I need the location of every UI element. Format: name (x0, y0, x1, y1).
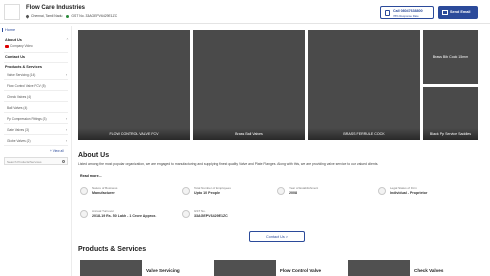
call-number: Call 08047638800 (393, 9, 423, 13)
product-tile[interactable]: FLOW CONTROL VALVE FCV (78, 30, 190, 140)
product-card-name[interactable]: Valve Servicing (146, 268, 180, 273)
product-card[interactable]: Flow Control Valve (214, 260, 344, 276)
sidebar-product-item[interactable]: Gate Valves (3) (7, 128, 29, 132)
about-text: Listed among the most popular organizati… (78, 162, 379, 166)
sidebar-item-company-video[interactable]: Company Video (5, 44, 33, 48)
chevron-right-icon[interactable]: › (66, 139, 67, 143)
product-card-image[interactable] (80, 260, 142, 276)
site-header: Flow Care Industries Chennai, Tamil Nadu… (0, 0, 490, 24)
sidebar-product-item[interactable]: Flow Control Valve FCV (5) (7, 84, 46, 88)
divider (4, 112, 68, 113)
youtube-icon (5, 44, 9, 48)
contact-us-button[interactable]: Contact Us > (249, 231, 305, 242)
fact-label: GST No. (194, 209, 206, 213)
company-name[interactable]: Flow Care Industries (26, 5, 85, 11)
call-button[interactable]: Call 08047638800 78% Response Rate (380, 6, 434, 19)
response-rate: 78% Response Rate (393, 14, 419, 18)
sidebar-product-item[interactable]: Ball Valves (4) (7, 106, 27, 110)
product-tile-caption: BRASS FERRULE COCK (308, 128, 420, 140)
product-tile-caption: Brass Bib Cock 15mm (432, 55, 469, 59)
divider (4, 145, 68, 146)
fact-employees: Total Number of Employees Upto 10 People (182, 186, 272, 198)
divider (4, 134, 68, 135)
mail-icon (442, 10, 448, 15)
phone-icon (385, 10, 390, 16)
sidebar-product-item[interactable]: Globe Valves (2) (7, 139, 31, 143)
product-tile[interactable]: Brass Ball Valves (193, 30, 305, 140)
product-card-image[interactable] (214, 260, 276, 276)
product-card-image[interactable] (348, 260, 410, 276)
gst-icon (182, 210, 190, 218)
building-icon (80, 187, 88, 195)
company-logo[interactable] (4, 4, 20, 20)
chevron-right-icon[interactable]: › (66, 117, 67, 121)
fact-value: Individual - Proprietor (390, 191, 428, 195)
fact-gst: GST No. 33AGEPV6429E1ZC (182, 209, 272, 221)
people-icon (182, 187, 190, 195)
sidebar-item-about[interactable]: About Us (5, 38, 22, 42)
sidebar-item-products[interactable]: Products & Services (5, 65, 42, 69)
sidebar-search[interactable]: Search Products/Services (4, 157, 68, 165)
company-gst: GST No. 33AGEPV6429E1ZC (71, 14, 118, 18)
fact-label: Legal Status of Firm (390, 186, 417, 190)
fact-label: Annual Turnover (92, 209, 115, 213)
company-meta: Chennai, Tamil Nadu GST No. 33AGEPV6429E… (25, 13, 118, 19)
sidebar-item-home[interactable]: Home (2, 28, 15, 32)
fact-value: 33AGEPV6429E1ZC (194, 214, 228, 218)
legal-icon (378, 187, 386, 195)
divider (4, 123, 68, 124)
chevron-up-icon[interactable]: ⌃ (66, 38, 69, 42)
divider (4, 52, 68, 53)
search-icon[interactable] (62, 160, 65, 163)
fact-annual-turnover: Annual Turnover 2018-19 Rs. 50 Lakh - 1 … (80, 209, 180, 221)
read-more-link[interactable]: Read more... (80, 174, 102, 178)
fact-label: Nature of Business (92, 186, 118, 190)
fact-label: Total Number of Employees (194, 186, 231, 190)
divider (4, 90, 68, 91)
product-tile[interactable]: Black Pp Service Saddles (423, 87, 478, 140)
divider (4, 79, 68, 80)
product-tile-caption: Black Pp Service Saddles (423, 128, 478, 140)
product-card[interactable]: Valve Servicing (80, 260, 210, 276)
product-tile[interactable]: Brass Bib Cock 15mm (423, 30, 478, 84)
product-tile-caption: Brass Ball Valves (193, 128, 305, 140)
verified-check-icon (66, 14, 70, 18)
fact-value: Upto 10 People (194, 191, 220, 195)
search-input[interactable]: Search Products/Services (7, 160, 42, 164)
fact-established: Year of Establishment 2008 (277, 186, 367, 198)
product-tile[interactable]: BRASS FERRULE COCK (308, 30, 420, 140)
fact-value: Manufacturer (92, 191, 115, 195)
product-card-name[interactable]: Check Valves (414, 268, 443, 273)
view-all-link[interactable]: + View all (50, 149, 64, 153)
products-services-title: Products & Services (78, 246, 147, 253)
calendar-icon (277, 187, 285, 195)
send-email-button[interactable]: Send Email (438, 6, 478, 19)
company-location: Chennai, Tamil Nadu (31, 14, 63, 18)
product-card-name[interactable]: Flow Control Valve (280, 268, 321, 273)
chevron-right-icon[interactable]: › (66, 73, 67, 77)
about-title: About Us (78, 152, 110, 159)
sidebar-product-item[interactable]: Valve Servicing (14) (7, 73, 35, 77)
sidebar-item-contact[interactable]: Contact Us (5, 55, 25, 59)
turnover-icon (80, 210, 88, 218)
sidebar-product-item[interactable]: Check Valves (4) (7, 95, 31, 99)
fact-nature-of-business: Nature of Business Manufacturer (80, 186, 180, 198)
fact-value: 2008 (289, 191, 297, 195)
product-tile-caption: FLOW CONTROL VALVE FCV (78, 128, 190, 140)
chevron-right-icon[interactable]: › (66, 128, 67, 132)
sidebar: Home About Us ⌃ Company Video Contact Us… (0, 26, 72, 276)
fact-legal-status: Legal Status of Firm Individual - Propri… (378, 186, 478, 198)
fact-label: Year of Establishment (289, 186, 319, 190)
location-pin-icon (25, 13, 30, 19)
divider (4, 62, 68, 63)
send-email-label: Send Email (450, 10, 471, 14)
divider (4, 101, 68, 102)
sidebar-product-item[interactable]: Pp Compression Fittings (3) (7, 117, 47, 121)
company-video-label: Company Video (10, 44, 33, 48)
fact-value: 2018-19 Rs. 50 Lakh - 1 Crore Approx. (92, 214, 157, 218)
product-card[interactable]: Check Valves (348, 260, 478, 276)
